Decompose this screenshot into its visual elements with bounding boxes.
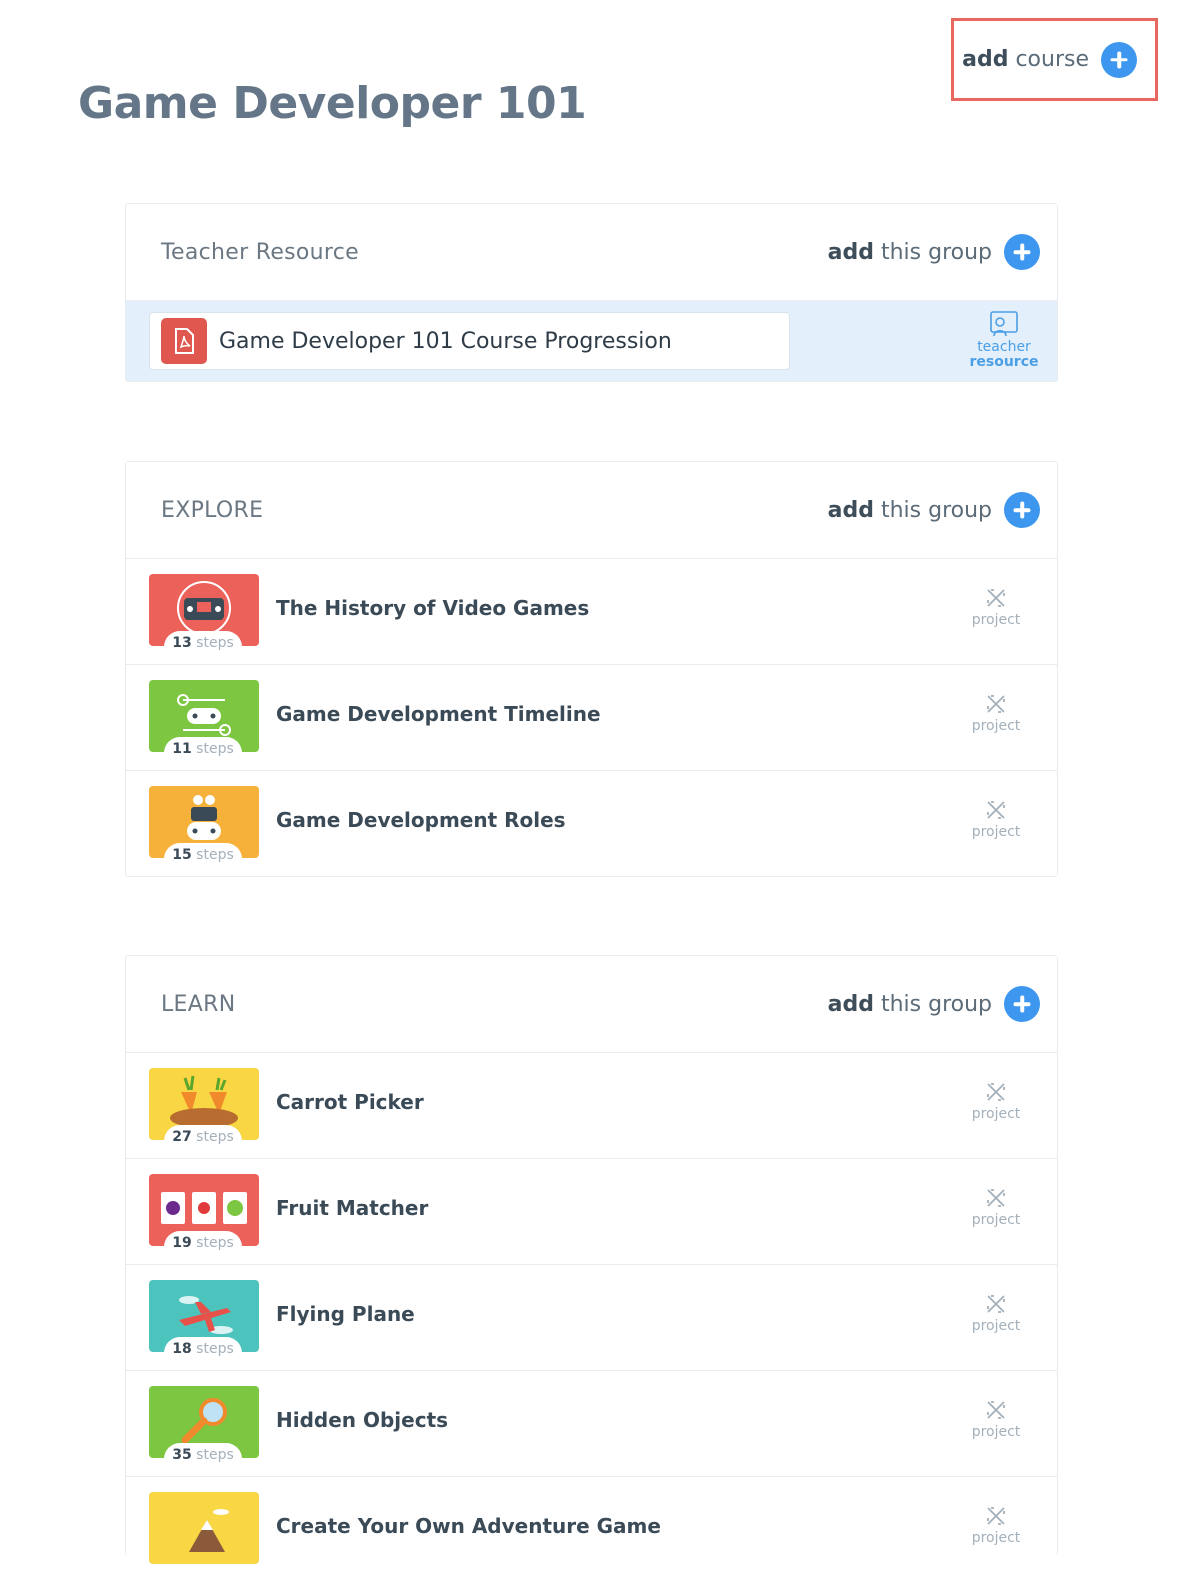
add-course-button[interactable]: add course xyxy=(951,18,1158,101)
group-title: Teacher Resource xyxy=(161,239,360,265)
project-title: The History of Video Games xyxy=(276,596,590,620)
mountain-icon xyxy=(149,1492,259,1564)
project-tag: project xyxy=(956,1187,1036,1228)
project-row[interactable]: 27 steps Carrot Picker project xyxy=(126,1053,1057,1159)
project-icon xyxy=(987,695,1005,713)
project-tag: project xyxy=(956,1399,1036,1440)
project-title: Game Development Timeline xyxy=(276,702,601,726)
plus-circle-icon xyxy=(1004,492,1040,528)
project-icon xyxy=(987,1083,1005,1101)
project-icon xyxy=(987,1507,1005,1525)
project-row[interactable]: 11 steps Game Development Timeline proje… xyxy=(126,665,1057,771)
project-title: Flying Plane xyxy=(276,1302,415,1326)
teacher-resource-icon xyxy=(990,311,1018,337)
project-tag: project xyxy=(956,693,1036,734)
group-title: EXPLORE xyxy=(161,497,264,523)
project-icon xyxy=(987,589,1005,607)
learn-group: LEARN add this group 27 steps Carrot Pic… xyxy=(125,955,1058,1564)
teacher-resource-badge: teacher resource xyxy=(964,310,1044,370)
project-row[interactable]: Create Your Own Adventure Game project xyxy=(126,1477,1057,1582)
add-group-button[interactable]: add this group xyxy=(828,986,1040,1022)
project-title: Create Your Own Adventure Game xyxy=(276,1514,661,1538)
project-icon xyxy=(987,1189,1005,1207)
resource-title: Game Developer 101 Course Progression xyxy=(219,328,672,354)
add-group-button[interactable]: add this group xyxy=(828,492,1040,528)
project-title: Hidden Objects xyxy=(276,1408,449,1432)
steps-count: 19 steps xyxy=(164,1231,242,1253)
steps-count: 18 steps xyxy=(164,1337,242,1359)
add-group-label: add this group xyxy=(827,497,992,523)
explore-group: EXPLORE add this group 13 steps The Hist… xyxy=(125,461,1058,877)
steps-count: 11 steps xyxy=(164,737,242,759)
add-group-button[interactable]: add this group xyxy=(828,234,1040,270)
project-title: Fruit Matcher xyxy=(276,1196,429,1220)
steps-count: 15 steps xyxy=(164,843,242,865)
group-title: LEARN xyxy=(161,991,236,1017)
project-row[interactable]: 15 steps Game Development Roles project xyxy=(126,771,1057,876)
project-title: Carrot Picker xyxy=(276,1090,424,1114)
page-title: Game Developer 101 xyxy=(78,78,587,129)
project-row[interactable]: 19 steps Fruit Matcher project xyxy=(126,1159,1057,1265)
project-row[interactable]: 13 steps The History of Video Games proj… xyxy=(126,559,1057,665)
add-group-label: add this group xyxy=(827,239,992,265)
project-tag: project xyxy=(956,587,1036,628)
badge-line2: resource xyxy=(969,354,1039,370)
project-tag: project xyxy=(956,799,1036,840)
project-title: Game Development Roles xyxy=(276,808,566,832)
plus-circle-icon xyxy=(1004,986,1040,1022)
group-header: LEARN add this group xyxy=(126,956,1057,1053)
group-header: Teacher Resource add this group xyxy=(126,204,1057,301)
teacher-resource-group: Teacher Resource add this group Game Dev… xyxy=(125,203,1058,382)
steps-count: 27 steps xyxy=(164,1125,242,1147)
group-header: EXPLORE add this group xyxy=(126,462,1057,559)
project-icon xyxy=(987,1295,1005,1313)
steps-count: 35 steps xyxy=(164,1443,242,1465)
steps-count: 13 steps xyxy=(164,631,242,653)
add-group-label: add this group xyxy=(827,991,992,1017)
project-tag: project xyxy=(956,1081,1036,1122)
badge-line1: teacher xyxy=(977,339,1031,355)
project-row[interactable]: 18 steps Flying Plane project xyxy=(126,1265,1057,1371)
project-row[interactable]: 35 steps Hidden Objects project xyxy=(126,1371,1057,1477)
project-icon xyxy=(987,1401,1005,1419)
project-icon xyxy=(987,801,1005,819)
plus-circle-icon xyxy=(1004,234,1040,270)
project-tag: project xyxy=(956,1293,1036,1334)
resource-row: Game Developer 101 Course Progression te… xyxy=(126,301,1057,381)
project-tag: project xyxy=(956,1505,1036,1546)
pdf-icon xyxy=(161,318,207,364)
add-course-label: add course xyxy=(962,47,1089,72)
plus-circle-icon xyxy=(1101,41,1137,78)
resource-card[interactable]: Game Developer 101 Course Progression xyxy=(149,312,790,370)
